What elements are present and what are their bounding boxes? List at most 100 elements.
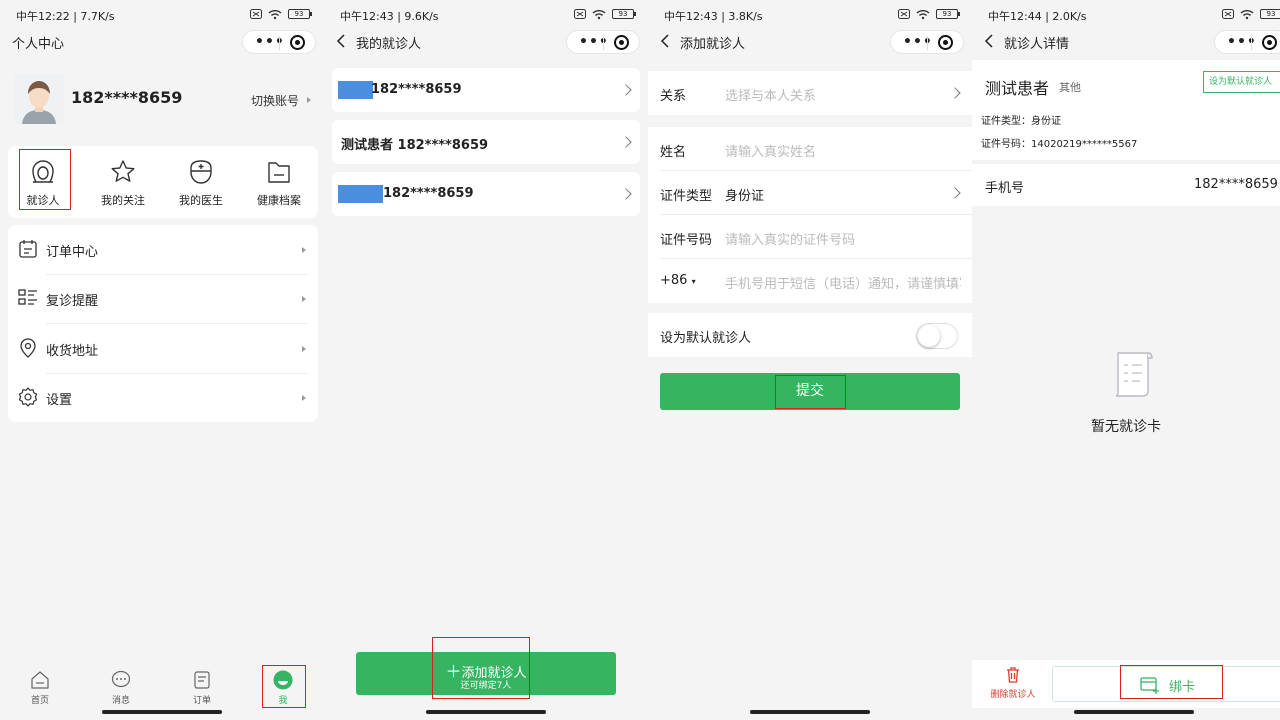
close-target-icon[interactable]: [290, 35, 305, 50]
delete-patient-label: 删除就诊人: [990, 690, 1036, 700]
more-icon[interactable]: •••: [255, 35, 285, 49]
back-icon[interactable]: [980, 31, 1000, 51]
status-icons: 93: [1222, 9, 1280, 19]
status-bar: 中午12:22 | 7.7K/s 93: [0, 0, 324, 30]
list-icon: [18, 289, 37, 305]
me-icon: [273, 670, 293, 690]
capsule-divider: [927, 36, 928, 50]
quick-item-patient[interactable]: 就诊人: [8, 154, 78, 208]
nav-bar: 个人中心 •••: [0, 30, 324, 54]
id-type-label: 证件类型: [660, 189, 713, 204]
avatar[interactable]: [14, 74, 64, 124]
default-patient-toggle[interactable]: [916, 323, 958, 349]
patient-row[interactable]: 182****8659: [332, 172, 640, 216]
mini-program-capsule: •••: [1214, 30, 1280, 54]
country-code-select[interactable]: +86 ▾: [660, 273, 696, 288]
relation-field[interactable]: 关系 选择与本人关系: [648, 71, 972, 115]
bind-card-button[interactable]: 绑卡: [1052, 666, 1280, 702]
submit-button[interactable]: 提交: [660, 373, 960, 410]
capsule-divider: [603, 36, 604, 50]
id-number-input[interactable]: 请输入真实的证件号码: [725, 229, 961, 248]
name-field: 姓名 请输入真实姓名: [648, 127, 972, 171]
patient-icon: [29, 158, 57, 186]
battery-icon: 93: [612, 9, 636, 19]
tab-label: 订单: [192, 696, 211, 706]
quick-item-health-record[interactable]: 健康档案: [244, 154, 314, 208]
more-icon[interactable]: •••: [1227, 35, 1257, 49]
status-time: 中午12:44 | 2.0K/s: [988, 10, 1087, 23]
menu-item-address[interactable]: 收货地址: [8, 324, 318, 374]
quick-item-doctor[interactable]: 我的医生: [166, 154, 236, 208]
id-type-select[interactable]: 身份证: [725, 185, 961, 204]
back-icon[interactable]: [656, 31, 676, 51]
back-icon[interactable]: [332, 31, 352, 51]
set-default-button[interactable]: 设为默认就诊人: [1203, 71, 1280, 93]
menu-item-orders[interactable]: 订单中心: [8, 225, 318, 275]
id-number-text: 证件号码：14020219******5567: [981, 139, 1138, 150]
wifi-icon: [916, 10, 930, 19]
wifi-icon: [1240, 10, 1254, 19]
sim-icon: [898, 9, 910, 19]
status-bar: 中午12:43 | 3.8K/s 93: [648, 0, 972, 30]
order-icon: [192, 670, 212, 690]
name-input[interactable]: 请输入真实姓名: [725, 141, 961, 160]
home-indicator: [750, 710, 870, 714]
tab-label: 消息: [111, 696, 130, 706]
switch-arrow-icon: [307, 97, 311, 103]
close-target-icon[interactable]: [938, 35, 953, 50]
delete-patient-button[interactable]: 删除就诊人: [986, 666, 1040, 700]
relation-label: 关系: [660, 89, 687, 104]
relation-select[interactable]: 选择与本人关系: [725, 85, 961, 104]
status-bar: 中午12:44 | 2.0K/s 93: [972, 0, 1280, 30]
name-label: 姓名: [660, 145, 687, 160]
page-title: 就诊人详情: [1004, 37, 1070, 52]
nav-bar: 就诊人详情 •••: [972, 30, 1280, 54]
tab-home[interactable]: 首页: [20, 668, 60, 706]
wifi-icon: [268, 10, 282, 19]
phone-row: 手机号 182****8659: [972, 164, 1280, 206]
patient-row[interactable]: 测试患者 182****8659: [332, 120, 640, 164]
add-patient-button[interactable]: ＋添加就诊人 还可绑定7人: [356, 652, 616, 695]
switch-account-button[interactable]: 切换账号: [251, 92, 299, 109]
quick-item-label: 就诊人: [26, 194, 60, 207]
tab-orders[interactable]: 订单: [182, 668, 222, 706]
id-number-field: 证件号码 请输入真实的证件号码: [648, 215, 972, 259]
quick-item-following[interactable]: 我的关注: [88, 154, 158, 208]
id-number-label: 证件号码: [660, 233, 713, 248]
settings-icon: [18, 387, 38, 407]
more-icon[interactable]: •••: [903, 35, 933, 49]
page-title: 个人中心: [12, 37, 65, 52]
avatar-icon: [14, 74, 64, 124]
phone-value: 182****8659: [1194, 177, 1278, 192]
close-target-icon[interactable]: [1262, 35, 1277, 50]
folder-icon: [265, 158, 293, 186]
mini-program-capsule: •••: [890, 30, 964, 54]
message-icon: [111, 670, 131, 690]
sim-icon: [1222, 9, 1234, 19]
close-target-icon[interactable]: [614, 35, 629, 50]
card-add-icon: [1140, 677, 1159, 694]
phone-input[interactable]: 手机号用于短信（电话）通知，请谨慎填写: [725, 273, 961, 292]
patient-row[interactable]: 182****8659: [332, 68, 640, 112]
status-time: 中午12:43 | 9.6K/s: [340, 10, 439, 23]
trash-icon: [1007, 667, 1019, 683]
redacted-name-mask: [338, 81, 373, 99]
chevron-right-icon: [302, 395, 306, 401]
patient-detail-card: 测试患者 其他 设为默认就诊人 证件类型：身份证 证件号码：14020219**…: [972, 60, 1280, 160]
tab-messages[interactable]: 消息: [101, 668, 141, 706]
menu-item-settings[interactable]: 设置: [8, 373, 318, 423]
menu-item-label: 设置: [46, 393, 73, 408]
tab-me[interactable]: 我: [263, 668, 303, 706]
status-icons: 93: [574, 9, 636, 19]
more-icon[interactable]: •••: [579, 35, 609, 49]
patient-row-text: 测试患者 182****8659: [341, 138, 489, 153]
home-icon: [30, 670, 50, 690]
menu-item-revisit-reminder[interactable]: 复诊提醒: [8, 274, 318, 324]
calendar-icon: [19, 240, 37, 258]
id-type-field[interactable]: 证件类型 身份证: [648, 171, 972, 215]
bottom-action-bar: 删除就诊人 绑卡: [972, 660, 1280, 708]
status-bar: 中午12:43 | 9.6K/s 93: [324, 0, 648, 30]
chevron-right-icon: [302, 296, 306, 302]
nav-bar: 我的就诊人 •••: [324, 30, 648, 54]
toggle-knob: [918, 325, 940, 347]
